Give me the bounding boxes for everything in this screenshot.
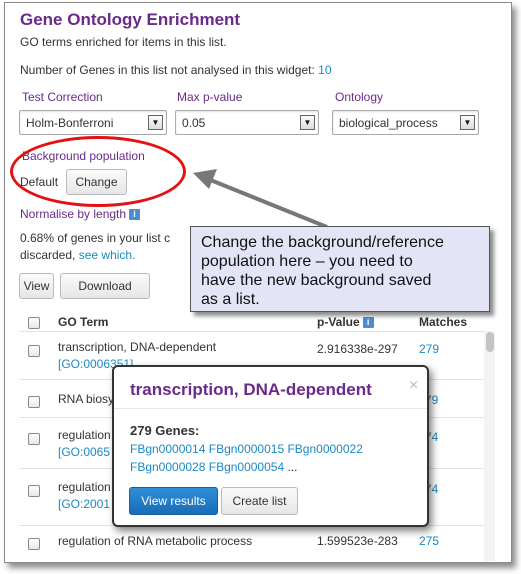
table-row-term[interactable]: regulation [GO:2001 [58, 479, 111, 513]
go-term-name: RNA biosy [58, 392, 115, 406]
normalise-label: Normalise by length [20, 207, 127, 221]
go-term-name: regulation [58, 480, 111, 494]
popover-genes-count: 279 Genes: [130, 423, 200, 438]
go-term-popover: transcription, DNA-dependent × 279 Genes… [112, 365, 429, 527]
table-row-term[interactable]: regulation [GO:0065 [58, 427, 111, 461]
info-icon[interactable]: i [362, 317, 374, 329]
discarded-prefix: discarded, [20, 248, 76, 262]
go-id-link[interactable]: [GO:0065 [58, 444, 111, 461]
row-checkbox[interactable] [28, 396, 40, 408]
pvalue-header-label: p-Value [317, 315, 360, 329]
table-row-term[interactable]: RNA biosy [58, 391, 114, 408]
info-icon[interactable]: i [129, 209, 141, 221]
go-term-name: regulation of RNA metabolic process [58, 534, 253, 548]
popover-gene-links-2[interactable]: FBgn0000028 FBgn0000054 ... [130, 460, 297, 474]
row-checkbox[interactable] [28, 538, 40, 550]
discarded-stats-line2: discarded, see which. [20, 248, 135, 262]
row-checkbox[interactable] [28, 485, 40, 497]
go-enrichment-widget: Gene Ontology Enrichment GO terms enrich… [4, 2, 512, 563]
row-checkbox[interactable] [28, 345, 40, 357]
go-term-name: transcription, DNA-dependent [58, 340, 217, 354]
max-pvalue-select[interactable]: 0.05 ▼ [175, 110, 319, 135]
view-button[interactable]: View [19, 273, 54, 299]
dropdown-arrow-icon: ▼ [460, 115, 475, 130]
callout-line: Change the background/reference [201, 234, 444, 251]
select-all-checkbox[interactable] [28, 317, 40, 329]
test-correction-label: Test Correction [22, 90, 103, 104]
not-analysed-count-link[interactable]: 10 [318, 63, 331, 77]
download-button[interactable]: Download [60, 273, 150, 299]
callout-line: have the new background saved [201, 272, 432, 289]
widget-title: Gene Ontology Enrichment [20, 10, 241, 29]
row-matches-link[interactable]: 279 [419, 342, 439, 356]
row-pvalue: 1.599523e-283 [317, 534, 398, 548]
table-scrollbar[interactable] [484, 331, 495, 561]
ontology-label: Ontology [335, 90, 384, 104]
max-pvalue-value: 0.05 [182, 116, 206, 130]
dropdown-arrow-icon: ▼ [300, 115, 315, 130]
see-which-link[interactable]: see which. [79, 248, 136, 262]
scrollbar-thumb[interactable] [486, 332, 494, 352]
row-checkbox[interactable] [28, 433, 40, 445]
column-header-matches[interactable]: Matches [419, 315, 467, 329]
view-results-button[interactable]: View results [129, 487, 218, 515]
table-row-term[interactable]: regulation of RNA metabolic process [58, 533, 252, 550]
row-matches-link[interactable]: 275 [419, 534, 439, 548]
callout-line: population here – you need to [201, 253, 413, 270]
popover-gene-links[interactable]: FBgn0000028 FBgn0000054 [130, 460, 284, 474]
highlight-ellipse [10, 136, 186, 207]
go-term-name: regulation [58, 428, 111, 442]
test-correction-value: Holm-Bonferroni [26, 116, 114, 130]
normalise-by-length[interactable]: Normalise by length i [20, 207, 141, 221]
widget-subtitle: GO terms enriched for items in this list… [20, 35, 227, 49]
create-list-button[interactable]: Create list [221, 487, 298, 515]
dropdown-arrow-icon: ▼ [148, 115, 163, 130]
go-id-link[interactable]: [GO:2001 [58, 496, 111, 513]
not-analysed-label: Number of Genes in this list not analyse… [20, 63, 315, 77]
callout-line: as a list. [201, 291, 260, 308]
column-header-pvalue[interactable]: p-Value i [317, 315, 374, 329]
popover-title: transcription, DNA-dependent [130, 380, 372, 399]
max-pvalue-label: Max p-value [177, 90, 243, 104]
popover-genes-more: ... [284, 460, 298, 474]
not-analysed-text: Number of Genes in this list not analyse… [20, 63, 332, 77]
test-correction-select[interactable]: Holm-Bonferroni ▼ [19, 110, 167, 135]
close-icon[interactable]: × [409, 377, 418, 395]
ontology-select[interactable]: biological_process ▼ [332, 110, 479, 135]
ontology-value: biological_process [339, 116, 438, 130]
annotation-callout: Change the background/reference populati… [190, 226, 490, 312]
discarded-stats-line1: 0.68% of genes in your list c [20, 231, 171, 245]
column-header-go-term[interactable]: GO Term [58, 315, 108, 329]
popover-gene-links[interactable]: FBgn0000014 FBgn0000015 FBgn0000022 [130, 442, 363, 456]
row-pvalue: 2.916338e-297 [317, 342, 398, 356]
table-header-divider [19, 331, 485, 332]
